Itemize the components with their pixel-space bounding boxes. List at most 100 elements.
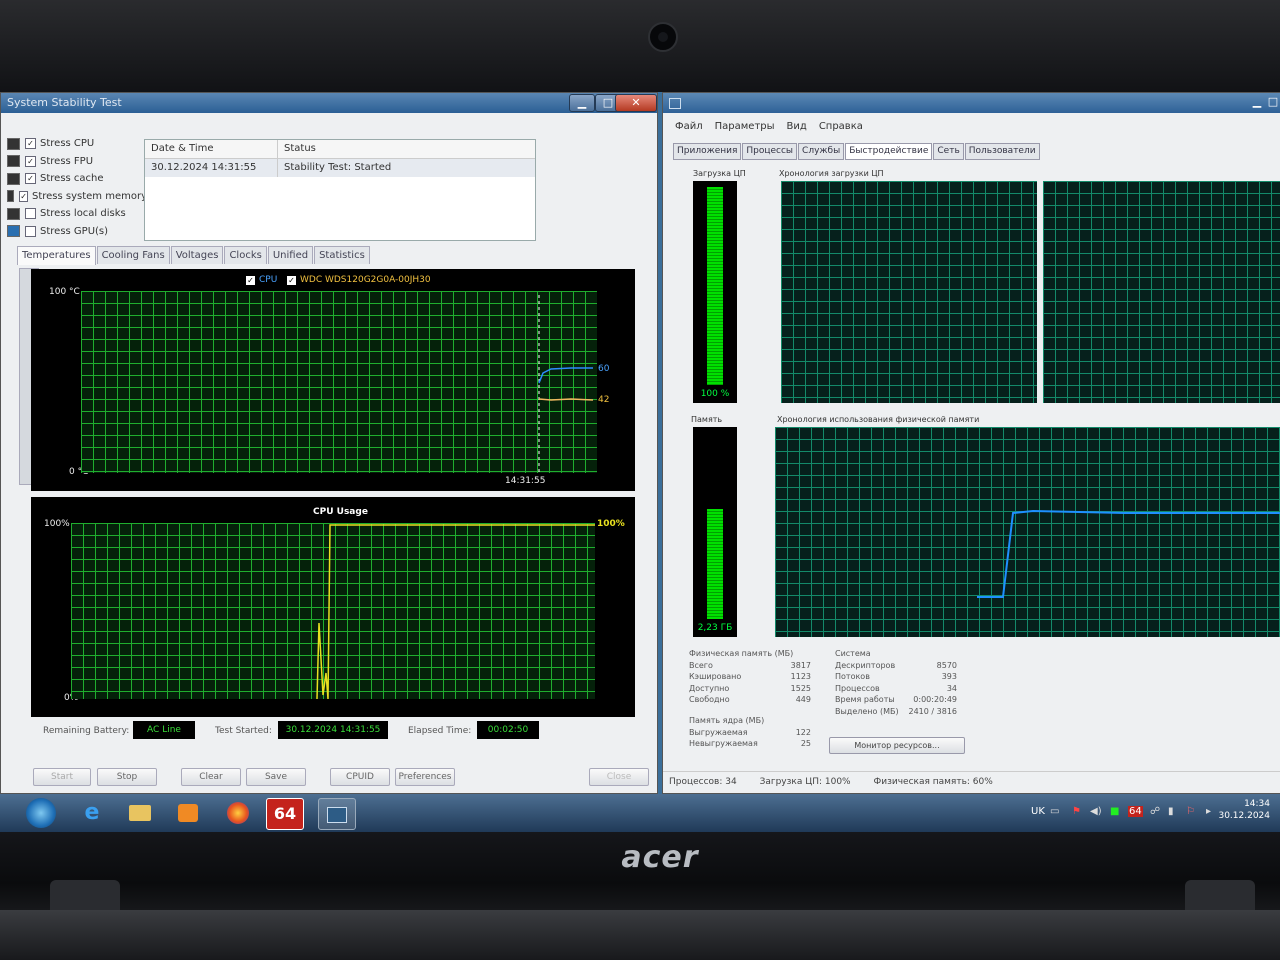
cpuid-button[interactable]: CPUID bbox=[330, 768, 390, 786]
task-manager-icon bbox=[669, 98, 681, 109]
stress-fpu-checkbox[interactable] bbox=[25, 155, 36, 167]
kernel-memory-stats: Память ядра (МБ) Выгружаемая 122 Невыгруж… bbox=[689, 716, 811, 751]
cpu-load-meter: 100 % bbox=[693, 181, 737, 403]
resource-monitor-button[interactable]: Монитор ресурсов... bbox=[829, 737, 965, 754]
clock-date: 30.12.2024 bbox=[1218, 811, 1270, 821]
save-button[interactable]: Save bbox=[246, 768, 306, 786]
stability-titlebar: System Stability Test ▁ □ ✕ bbox=[1, 93, 657, 113]
taskbar: e 64 UK ▭ ⚑ ◀) ■ 64 ☍ ▮ ⚐ ▸ 14:34 30.12.… bbox=[0, 794, 1280, 832]
cpu-load-label: Загрузка ЦП bbox=[691, 169, 748, 178]
power-icon[interactable]: ▮ bbox=[1168, 806, 1174, 817]
preferences-button[interactable]: Preferences bbox=[395, 768, 455, 786]
menu-help[interactable]: Справка bbox=[819, 121, 863, 137]
stress-cpu-checkbox[interactable] bbox=[25, 138, 36, 150]
stress-cache-checkbox[interactable] bbox=[25, 173, 36, 185]
list-item: Время работы 0:00:20:49 bbox=[835, 695, 957, 704]
memory-meter: 2,23 ГБ bbox=[693, 427, 737, 637]
memory-value: 2,23 ГБ bbox=[697, 623, 733, 633]
start-button[interactable] bbox=[26, 798, 56, 828]
media-player-icon[interactable] bbox=[170, 798, 206, 828]
legend-cpu-checkbox[interactable]: ✓ bbox=[246, 275, 255, 285]
tab-services[interactable]: Службы bbox=[798, 143, 845, 160]
tm-maximize-button[interactable]: □ bbox=[1267, 94, 1279, 110]
stress-memory-checkbox[interactable] bbox=[19, 190, 28, 202]
stress-fpu-option[interactable]: Stress FPU bbox=[7, 153, 147, 171]
firefox-icon[interactable] bbox=[220, 798, 256, 828]
tab-network[interactable]: Сеть bbox=[933, 143, 964, 160]
action-center-icon[interactable]: ⚑ bbox=[1072, 806, 1081, 817]
log-col-status[interactable]: Status bbox=[278, 140, 535, 158]
list-item: Выгружаемая 122 bbox=[689, 727, 811, 737]
cpu-history-label: Хронология загрузки ЦП bbox=[777, 169, 886, 178]
stress-cache-option[interactable]: Stress cache bbox=[7, 170, 147, 188]
cpu-icon bbox=[7, 137, 20, 150]
explorer-icon[interactable] bbox=[122, 798, 158, 828]
tab-cooling-fans[interactable]: Cooling Fans bbox=[96, 246, 170, 264]
volume-icon[interactable]: ◀) bbox=[1090, 806, 1102, 817]
log-col-datetime[interactable]: Date & Time bbox=[145, 140, 278, 158]
event-log-table[interactable]: Date & Time Status 30.12.2024 14:31:55 S… bbox=[144, 139, 536, 241]
close-window-button[interactable]: ✕ bbox=[615, 94, 657, 112]
battery-value: AC Line bbox=[133, 721, 195, 739]
stress-disks-option[interactable]: Stress local disks bbox=[7, 205, 147, 223]
status-icon[interactable]: ■ bbox=[1110, 806, 1119, 817]
clear-button[interactable]: Clear bbox=[181, 768, 241, 786]
cpu-load-value: 100 % bbox=[700, 389, 730, 399]
aida64-tray-icon[interactable]: 64 bbox=[1128, 806, 1143, 817]
legend-disk[interactable]: ✓ WDC WDS120G2G0A-00JH30 bbox=[287, 275, 431, 285]
status-processes: Процессов: 34 bbox=[669, 777, 737, 787]
cpu-temp-value: 60 bbox=[598, 364, 610, 374]
close-button[interactable]: Close bbox=[589, 768, 649, 786]
task-manager-icon[interactable] bbox=[318, 798, 356, 830]
disk-temp-value: 42 bbox=[598, 395, 610, 405]
cache-icon bbox=[7, 172, 20, 185]
menu-options[interactable]: Параметры bbox=[715, 121, 775, 137]
battery-label: Remaining Battery: bbox=[43, 726, 130, 736]
tray-icon[interactable]: ▸ bbox=[1206, 806, 1211, 817]
aida64-icon[interactable]: 64 bbox=[266, 798, 304, 830]
tab-voltages[interactable]: Voltages bbox=[170, 246, 224, 264]
legend-disk-checkbox[interactable]: ✓ bbox=[287, 275, 296, 285]
tab-applications[interactable]: Приложения bbox=[673, 143, 742, 160]
tm-minimize-button[interactable]: ▁ bbox=[1245, 94, 1269, 110]
menu-file[interactable]: Файл bbox=[675, 121, 703, 137]
tm-statusbar: Процессов: 34 Загрузка ЦП: 100% Физическ… bbox=[663, 771, 1280, 792]
webcam bbox=[648, 22, 678, 52]
stop-button[interactable]: Stop bbox=[97, 768, 157, 786]
flag-icon[interactable]: ⚐ bbox=[1186, 806, 1195, 817]
tab-temperatures[interactable]: Temperatures bbox=[17, 246, 96, 265]
minimize-button[interactable]: ▁ bbox=[569, 94, 595, 112]
log-header: Date & Time Status bbox=[145, 140, 535, 159]
list-item: Кэшировано 1123 bbox=[689, 672, 811, 681]
menu-view[interactable]: Вид bbox=[787, 121, 807, 137]
clock[interactable]: 14:34 30.12.2024 bbox=[1218, 798, 1270, 822]
acer-logo: acer bbox=[621, 840, 699, 875]
table-row[interactable]: 30.12.2024 14:31:55 Stability Test: Star… bbox=[145, 159, 535, 177]
network-icon[interactable]: ☍ bbox=[1150, 806, 1160, 817]
stress-disks-checkbox[interactable] bbox=[25, 208, 36, 220]
stress-memory-option[interactable]: Stress system memory bbox=[7, 188, 147, 206]
tm-tabs: Приложения Процессы Службы Быстродействи… bbox=[673, 143, 1041, 160]
stress-gpu-option[interactable]: Stress GPU(s) bbox=[7, 223, 147, 241]
tab-statistics[interactable]: Statistics bbox=[314, 246, 370, 264]
cpu-temp-line bbox=[538, 367, 593, 384]
stress-cpu-option[interactable]: Stress CPU bbox=[7, 135, 147, 153]
test-started-value: 30.12.2024 14:31:55 bbox=[278, 721, 388, 739]
start-button[interactable]: Start bbox=[33, 768, 91, 786]
tab-clocks[interactable]: Clocks bbox=[224, 246, 267, 264]
temp-max-label: 100 °C bbox=[49, 287, 80, 297]
tab-processes[interactable]: Процессы bbox=[742, 143, 798, 160]
temp-time-label: 14:31:55 bbox=[505, 476, 546, 486]
system-stability-window: System Stability Test ▁ □ ✕ Stress CPU S… bbox=[0, 92, 658, 794]
tab-unified[interactable]: Unified bbox=[267, 246, 314, 264]
list-item: Выделено (МБ) 2410 / 3816 bbox=[835, 706, 957, 716]
tab-performance[interactable]: Быстродействие bbox=[845, 143, 933, 160]
ie-icon[interactable]: e bbox=[74, 798, 110, 828]
keyboard-icon[interactable]: ▭ bbox=[1050, 806, 1059, 817]
legend-cpu[interactable]: ✓ CPU bbox=[246, 275, 277, 285]
screen: System Stability Test ▁ □ ✕ Stress CPU S… bbox=[0, 92, 1280, 832]
tab-users[interactable]: Пользователи bbox=[964, 143, 1040, 160]
language-indicator[interactable]: UK bbox=[1031, 806, 1045, 817]
list-item: Всего 3817 bbox=[689, 660, 811, 670]
stress-gpu-checkbox[interactable] bbox=[25, 225, 36, 237]
